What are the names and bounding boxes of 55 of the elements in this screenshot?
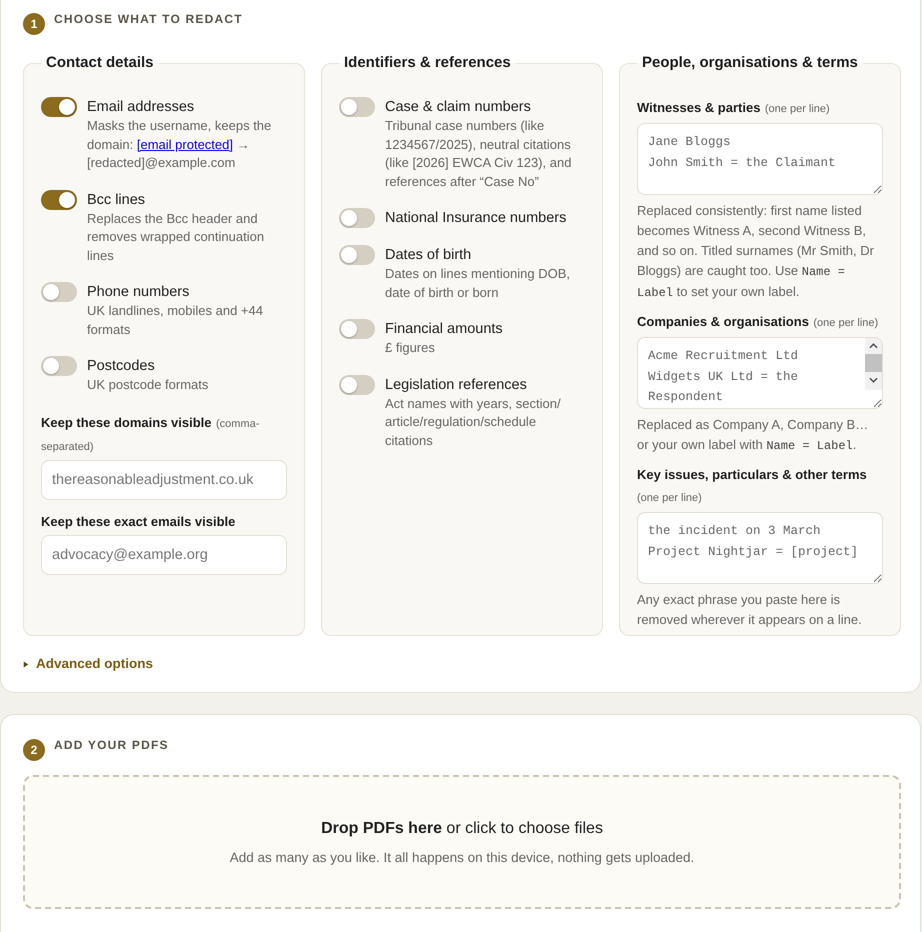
option-description: Tribunal case numbers (like 1234567/2025), neutral citations (like [2026] EWCA Civ 123), and references after “Case No” — [385, 117, 572, 190]
toggle-switch[interactable] — [41, 282, 77, 302]
option-label: Email addresses — [87, 98, 194, 117]
field-help-text: Replaced consistently: first name listed becomes Witness A, second Witness B, and so on. Titled surnames (Mr Smith, Dr Bloggs) are caught too. Use Name = Label to set your own label. — [637, 202, 875, 302]
toggle-switch[interactable] — [339, 374, 375, 394]
textarea-input[interactable]: Jane Bloggs John Smith = the Claimant — [637, 123, 883, 195]
scrollbar-thumb[interactable] — [865, 354, 882, 372]
option-description: Replaces the Bcc header and removes wrapped continuation lines — [87, 210, 266, 264]
option-description: Dates on lines mentioning DOB, date of birth or born — [385, 265, 571, 302]
option-label: Case & claim numbers — [385, 98, 531, 117]
chevron-up-icon[interactable] — [869, 343, 878, 349]
chevron-down-icon[interactable] — [869, 377, 878, 383]
scrollbar[interactable] — [865, 338, 882, 390]
field-help-text: Any exact phrase you paste here is removed wherever it appears on a line. — [637, 591, 863, 629]
option-description: UK postcode formats — [87, 376, 208, 394]
toggle-switch[interactable] — [41, 356, 77, 376]
field-label: Keep these domains visible (comma-separated) — [41, 414, 260, 454]
option-label: Dates of birth — [385, 246, 472, 265]
option-label: National Insurance numbers — [385, 209, 566, 228]
drop-zone-hint: Add as many as you like. It all happens on this device, nothing gets uploaded. — [230, 848, 694, 866]
textarea-input[interactable]: the incident on 3 March Project Nightjar = [project] — [637, 512, 883, 584]
option-group-title: People, organisations & terms — [641, 54, 859, 72]
field-label: Key issues, particulars & other terms (one per line) — [637, 466, 868, 506]
field-label: Keep these exact emails visible — [41, 512, 236, 531]
toggle-switch[interactable] — [339, 97, 375, 117]
advanced-options-toggle[interactable]: Advanced options — [23, 655, 154, 673]
drop-zone[interactable]: Drop PDFs here or click to choose files Add as many as you like. It all happens on this device, nothing gets uploaded. — [23, 775, 901, 909]
option-group-title: Contact details — [45, 54, 155, 72]
option-label: Bcc lines — [87, 190, 146, 210]
field-label: Witnesses & parties (one per line) — [637, 99, 831, 117]
toggle-switch[interactable] — [41, 190, 77, 210]
toggle-switch[interactable] — [41, 97, 77, 117]
drop-zone-title: Drop PDFs here or click to choose files — [321, 818, 603, 838]
toggle-switch[interactable] — [339, 319, 375, 339]
option-label: Phone numbers — [87, 283, 190, 302]
step-number-badge: 2 — [23, 739, 45, 761]
field-help-text: Replaced as Company A, Company B… or your own label with Name = Label. — [637, 416, 870, 455]
option-description: Masks the username, keeps the domain: [email protected] → [redacted]@example.com — [87, 117, 272, 172]
option-group-title: Identifiers & references — [343, 54, 512, 72]
option-label: Legislation references — [385, 376, 527, 394]
email-link[interactable]: [email protected] — [136, 136, 233, 152]
textarea-input[interactable]: Acme Recruitment Ltd Widgets UK Ltd = the Respondent — [637, 337, 883, 409]
section-title: ADD YOUR PDFS — [54, 737, 169, 754]
toggle-switch[interactable] — [339, 208, 375, 228]
field-label: Companies & organisations (one per line) — [637, 313, 880, 331]
option-label: Financial amounts — [385, 320, 503, 339]
step-number-badge: 1 — [23, 13, 45, 35]
text-input[interactable]: advocacy@example.org — [41, 534, 287, 574]
option-label: Postcodes — [87, 357, 155, 376]
option-description: Act names with years, section/article/regulation/schedule citations — [385, 394, 562, 450]
option-description: UK landlines, mobiles and +44 formats — [87, 302, 264, 338]
text-input[interactable]: thereasonableadjustment.co.uk — [41, 460, 287, 500]
toggle-switch[interactable] — [339, 245, 375, 265]
section-title: CHOOSE WHAT TO REDACT — [54, 11, 243, 28]
option-description: £ figures — [385, 339, 435, 357]
